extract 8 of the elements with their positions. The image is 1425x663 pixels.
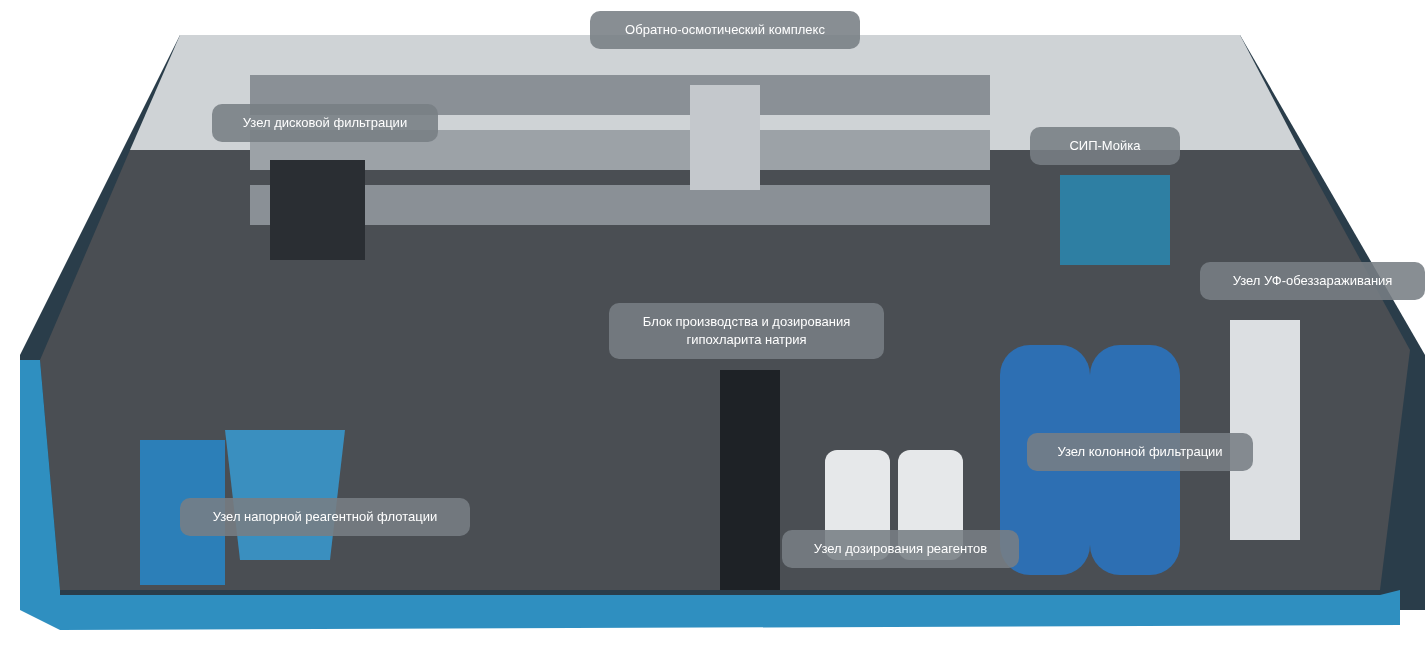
callout-label[interactable]: Обратно-осмотический комплекс <box>590 11 860 49</box>
callout-label[interactable]: Узел дозирования реагентов <box>782 530 1019 568</box>
callout-label[interactable]: Узел напорной реагентной флотации <box>180 498 470 536</box>
callout-label[interactable]: Узел дисковой фильтрации <box>212 104 438 142</box>
callout-label[interactable]: Узел УФ-обеззараживания <box>1200 262 1425 300</box>
callout-label[interactable]: Блок производства и дозирования гипохларита натрия <box>609 303 884 359</box>
callout-label[interactable]: СИП-Мойка <box>1030 127 1180 165</box>
callout-label[interactable]: Узел колонной фильтрации <box>1027 433 1253 471</box>
